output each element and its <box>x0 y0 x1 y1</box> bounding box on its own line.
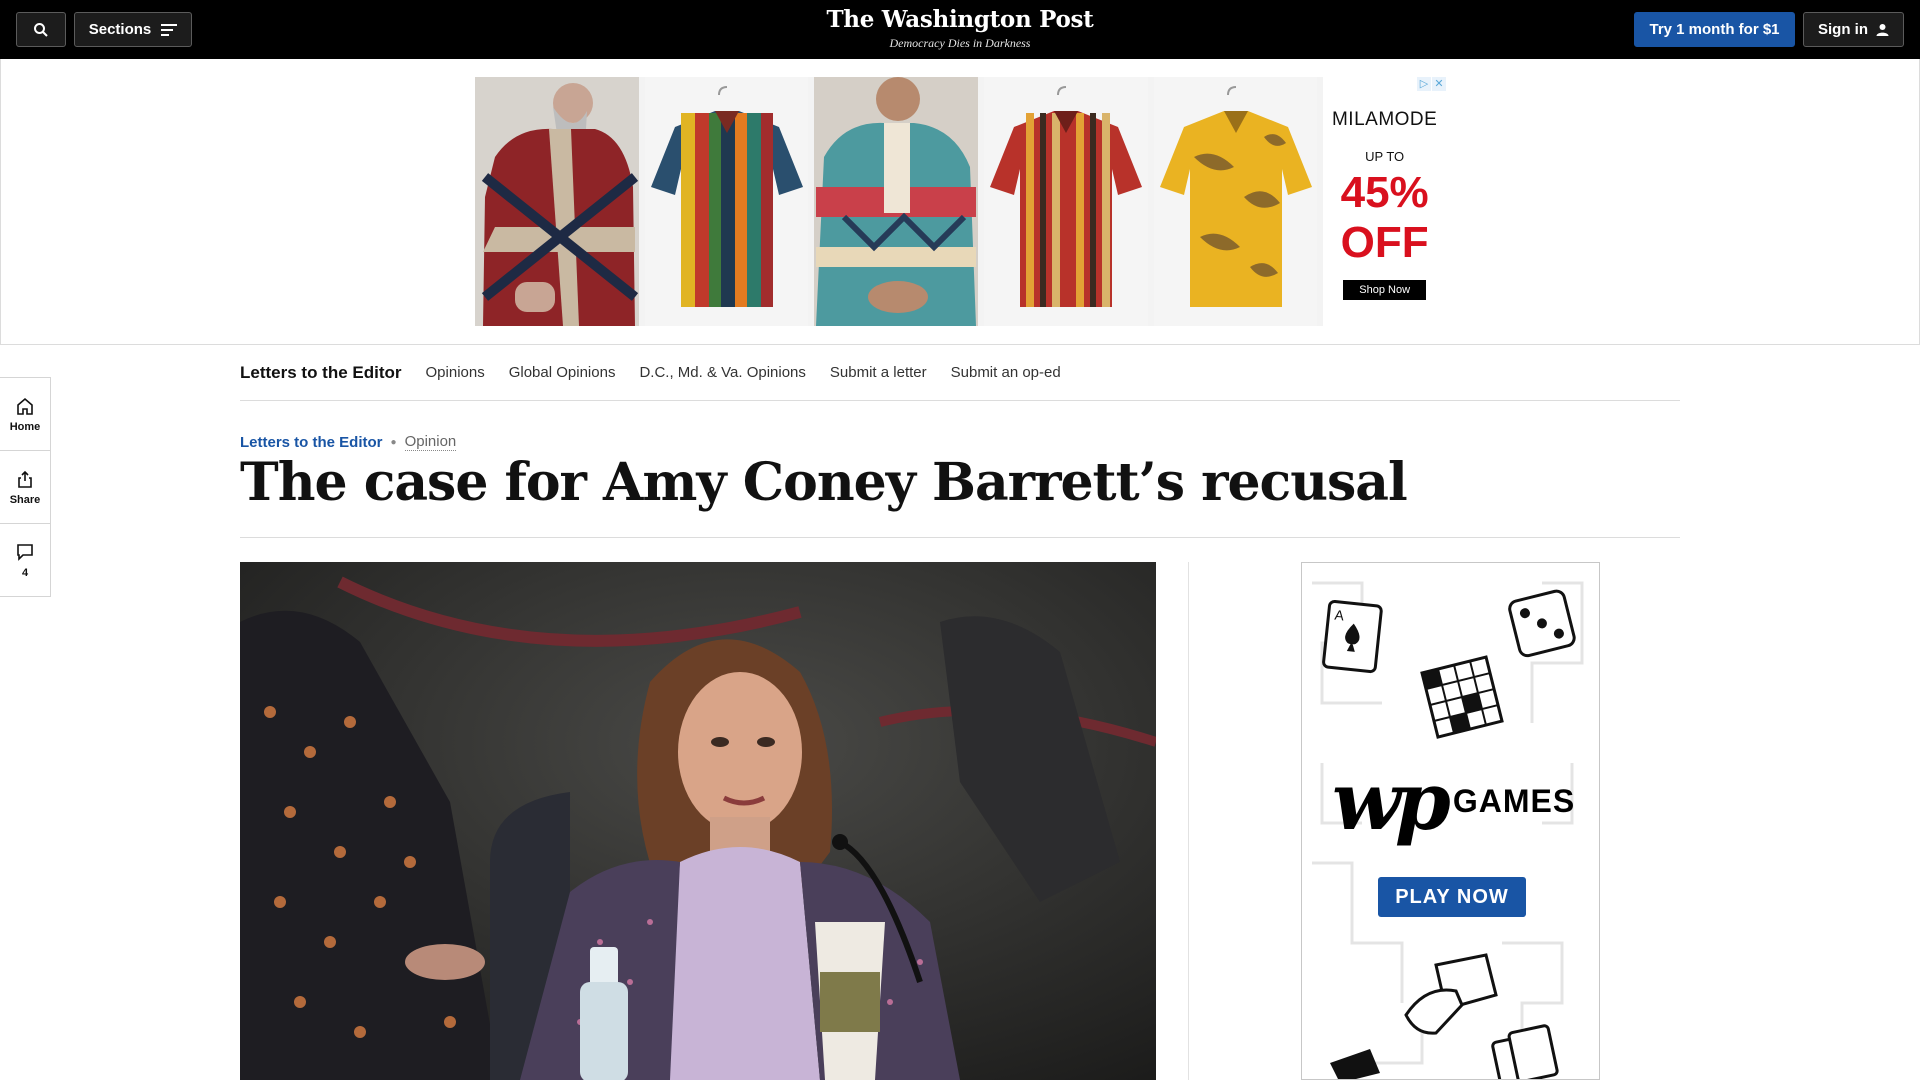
search-button[interactable] <box>16 12 66 47</box>
wp-games-logo: wp GAMES <box>1332 754 1576 848</box>
wp-games-ad[interactable]: A wp GAMES PLAY NOW <box>1301 562 1600 1080</box>
striped-shirt-image <box>644 77 809 326</box>
ad-banner-container: ▷ ✕ MILAMODE UP TO 45% OFF Shop Now <box>0 59 1920 345</box>
yellow-leaf-shirt-image <box>1153 77 1318 326</box>
top-bar: Sections The Washington Post Democracy D… <box>0 0 1920 59</box>
ad-banner[interactable]: ▷ ✕ MILAMODE UP TO 45% OFF Shop Now <box>475 77 1447 326</box>
ad-shop-now-button[interactable]: Shop Now <box>1343 280 1427 300</box>
subnav-link-global-opinions[interactable]: Global Opinions <box>509 364 616 381</box>
comment-icon <box>17 543 33 561</box>
kicker-separator: ● <box>390 436 397 448</box>
red-striped-shirt-image <box>983 77 1148 326</box>
ad-product-image[interactable] <box>1153 77 1318 326</box>
masthead-tagline: Democracy Dies in Darkness <box>889 36 1031 50</box>
sign-in-button[interactable]: Sign in <box>1803 12 1904 47</box>
ad-off: OFF <box>1340 218 1429 267</box>
ad-brand-panel[interactable]: ▷ ✕ MILAMODE UP TO 45% OFF Shop Now <box>1323 77 1447 326</box>
ad-product-image[interactable] <box>475 77 639 326</box>
article-headline: The case for Amy Coney Barrett’s recusal <box>240 452 1408 513</box>
headline-divider <box>240 537 1680 538</box>
sections-label: Sections <box>88 21 152 38</box>
sections-button[interactable]: Sections <box>74 12 192 47</box>
ad-product-image[interactable] <box>644 77 809 326</box>
article-kicker: Letters to the Editor ● Opinion <box>240 433 457 451</box>
subnav-link-opinions[interactable]: Opinions <box>426 364 485 381</box>
share-button[interactable]: Share <box>0 451 50 524</box>
column-divider <box>1188 562 1189 1080</box>
ad-up-to: UP TO <box>1365 149 1405 164</box>
search-icon <box>34 22 48 37</box>
subnav-link-submit-letter[interactable]: Submit a letter <box>830 364 927 381</box>
section-subnav: Letters to the Editor Opinions Global Op… <box>240 345 1680 401</box>
ad-discount: 45% <box>1340 168 1429 217</box>
subnav-link-submit-oped[interactable]: Submit an op-ed <box>951 364 1061 381</box>
home-label: Home <box>9 420 41 433</box>
ad-info-icon[interactable]: ▷ <box>1417 77 1432 91</box>
wp-logo-mark: wp <box>1332 754 1451 848</box>
ad-product-image[interactable] <box>983 77 1148 326</box>
cardigan-image <box>475 77 639 326</box>
aztec-jacket-image <box>814 77 978 326</box>
share-label: Share <box>9 493 41 506</box>
subnav-section-title[interactable]: Letters to the Editor <box>240 363 402 383</box>
share-icon <box>18 470 32 488</box>
hearing-photo-illustration <box>240 562 1156 1080</box>
kicker-opinion-label[interactable]: Opinion <box>404 433 457 451</box>
subscribe-button[interactable]: Try 1 month for $1 <box>1634 12 1795 47</box>
play-now-button[interactable]: PLAY NOW <box>1378 877 1526 917</box>
user-icon <box>1876 24 1889 36</box>
comments-button[interactable]: 4 <box>0 524 50 596</box>
kicker-section-link[interactable]: Letters to the Editor <box>240 434 383 451</box>
home-icon <box>17 397 33 415</box>
subnav-link-local-opinions[interactable]: D.C., Md. & Va. Opinions <box>639 364 805 381</box>
menu-icon <box>161 23 178 36</box>
comments-count: 4 <box>21 566 29 579</box>
ad-brand-name: MILAMODE <box>1331 109 1438 130</box>
sign-in-label: Sign in <box>1818 21 1868 38</box>
ad-close-icon[interactable]: ✕ <box>1432 77 1447 91</box>
masthead-logo[interactable]: The Washington Post Democracy Dies in Da… <box>760 6 1160 51</box>
games-wordmark: GAMES <box>1452 782 1576 819</box>
home-button[interactable]: Home <box>0 378 50 451</box>
masthead-title: The Washington Post <box>826 6 1094 33</box>
left-action-rail: Home Share 4 <box>0 377 51 597</box>
ad-product-image[interactable] <box>814 77 978 326</box>
article-lead-photo[interactable] <box>240 562 1156 1080</box>
ad-choices[interactable]: ▷ ✕ <box>1417 77 1447 91</box>
